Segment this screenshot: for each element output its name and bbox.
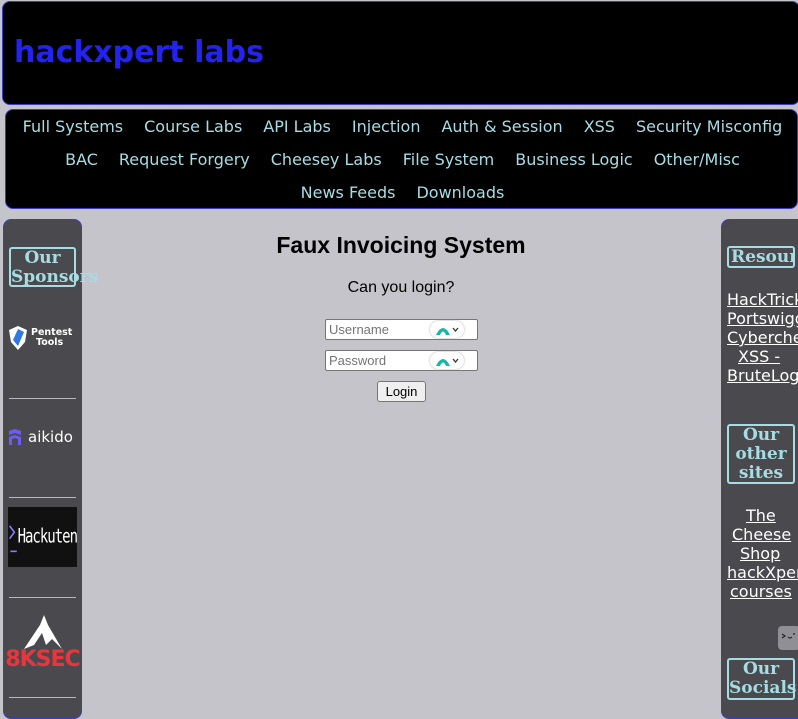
other-site-link-the[interactable]: The <box>746 506 776 525</box>
site-title[interactable]: hackxpert labs <box>14 35 264 71</box>
sponsor-8ksec[interactable]: 8KSEC <box>5 605 81 672</box>
password-manager-logo-icon <box>436 358 450 366</box>
password-manager-icon[interactable] <box>430 321 464 338</box>
password-manager-icon[interactable] <box>430 352 464 369</box>
8ksec-logo-text: 8KSEC <box>5 647 80 672</box>
nav-link-request-forgery[interactable]: Request Forgery <box>119 148 250 172</box>
login-prompt: Can you login? <box>347 279 455 296</box>
terminal-prompt-icon <box>8 525 17 553</box>
aikido-logo-text: aikido <box>28 428 73 446</box>
assistant-face-icon <box>781 633 795 639</box>
8ksec-mountain-icon <box>23 615 62 649</box>
sponsor-aikido[interactable]: aikido <box>8 426 77 448</box>
nav-row: News Feeds Downloads <box>6 181 798 205</box>
resource-link-brutelogic[interactable]: BruteLogic <box>727 366 798 385</box>
socials-heading: Our Socials <box>727 658 797 700</box>
other-site-link-cheese[interactable]: Cheese <box>732 525 791 544</box>
other-sites-heading-line2: other <box>735 444 787 464</box>
nav-link-cheesey-labs[interactable]: Cheesey Labs <box>271 148 382 172</box>
sponsor-divider <box>9 597 76 598</box>
pentest-logo-text-line2: Tools <box>36 337 64 348</box>
resource-link-cyberchef[interactable]: Cyberchef <box>727 328 798 347</box>
nav-link-file-system[interactable]: File System <box>403 148 495 172</box>
other-sites-heading-line1: Our <box>742 425 780 445</box>
sponsors-sidebar: Our Sponsors Pentest Tools aikido Hackut… <box>3 219 98 719</box>
sponsor-divider <box>9 497 76 498</box>
aikido-icon <box>9 429 21 445</box>
sponsors-heading: Our Sponsors <box>9 247 98 287</box>
other-site-link-shop[interactable]: Shop <box>740 544 780 563</box>
pentest-shield-icon <box>9 326 27 350</box>
login-button[interactable]: Login <box>377 381 426 402</box>
site-header: hackxpert labs <box>2 1 798 105</box>
sponsor-divider <box>9 697 76 698</box>
nav-link-other-misc[interactable]: Other/Misc <box>654 148 740 172</box>
sponsors-heading-line1: Our <box>24 248 61 268</box>
password-field-wrapper <box>325 350 478 371</box>
socials-heading-line2: Socials <box>729 678 797 698</box>
main-content: Faux Invoicing System Can you login? Log… <box>84 219 718 702</box>
sponsor-hackuten[interactable]: Hackuten <box>8 507 78 567</box>
nav-row: Full Systems Course Labs API Labs Inject… <box>6 115 798 139</box>
nav-link-business-logic[interactable]: Business Logic <box>515 148 632 172</box>
nav-link-bac[interactable]: BAC <box>65 148 98 172</box>
resource-link-xss[interactable]: XSS - <box>738 347 780 366</box>
nav-link-auth-session[interactable]: Auth & Session <box>441 115 562 139</box>
nav-link-news-feeds[interactable]: News Feeds <box>301 181 396 205</box>
nav-link-full-systems[interactable]: Full Systems <box>23 115 123 139</box>
resource-link-hacktricks[interactable]: HackTricks <box>727 290 798 309</box>
other-site-link-hackxpert[interactable]: hackXpert <box>727 563 798 582</box>
hackuten-logo-text: Hackuten <box>17 525 78 549</box>
chevron-down-icon <box>452 327 459 332</box>
nav-link-injection[interactable]: Injection <box>352 115 421 139</box>
socials-heading-line1: Our <box>742 659 780 679</box>
nav-link-api-labs[interactable]: API Labs <box>263 115 331 139</box>
chevron-down-icon <box>452 358 459 363</box>
top-navigation: Full Systems Course Labs API Labs Inject… <box>5 109 798 209</box>
other-sites-heading-line3: sites <box>738 463 784 483</box>
floating-assistant-icon[interactable] <box>778 626 798 650</box>
page-title: Faux Invoicing System <box>276 232 526 258</box>
resource-link-portswigger[interactable]: Portswigger <box>727 309 798 328</box>
sponsor-pentest-tools[interactable]: Pentest Tools <box>8 324 77 352</box>
other-site-link-courses[interactable]: courses <box>730 582 792 601</box>
nav-link-course-labs[interactable]: Course Labs <box>144 115 242 139</box>
nav-row: BAC Request Forgery Cheesey Labs File Sy… <box>6 148 798 172</box>
password-manager-logo-icon <box>436 327 450 335</box>
nav-link-xss[interactable]: XSS <box>584 115 615 139</box>
resources-heading: Resources <box>727 246 795 268</box>
nav-link-security-misconfig[interactable]: Security Misconfig <box>636 115 782 139</box>
sponsor-divider <box>9 398 76 399</box>
other-sites-heading: Our other sites <box>727 424 795 484</box>
username-field-wrapper <box>325 319 478 340</box>
nav-link-downloads[interactable]: Downloads <box>416 181 504 205</box>
